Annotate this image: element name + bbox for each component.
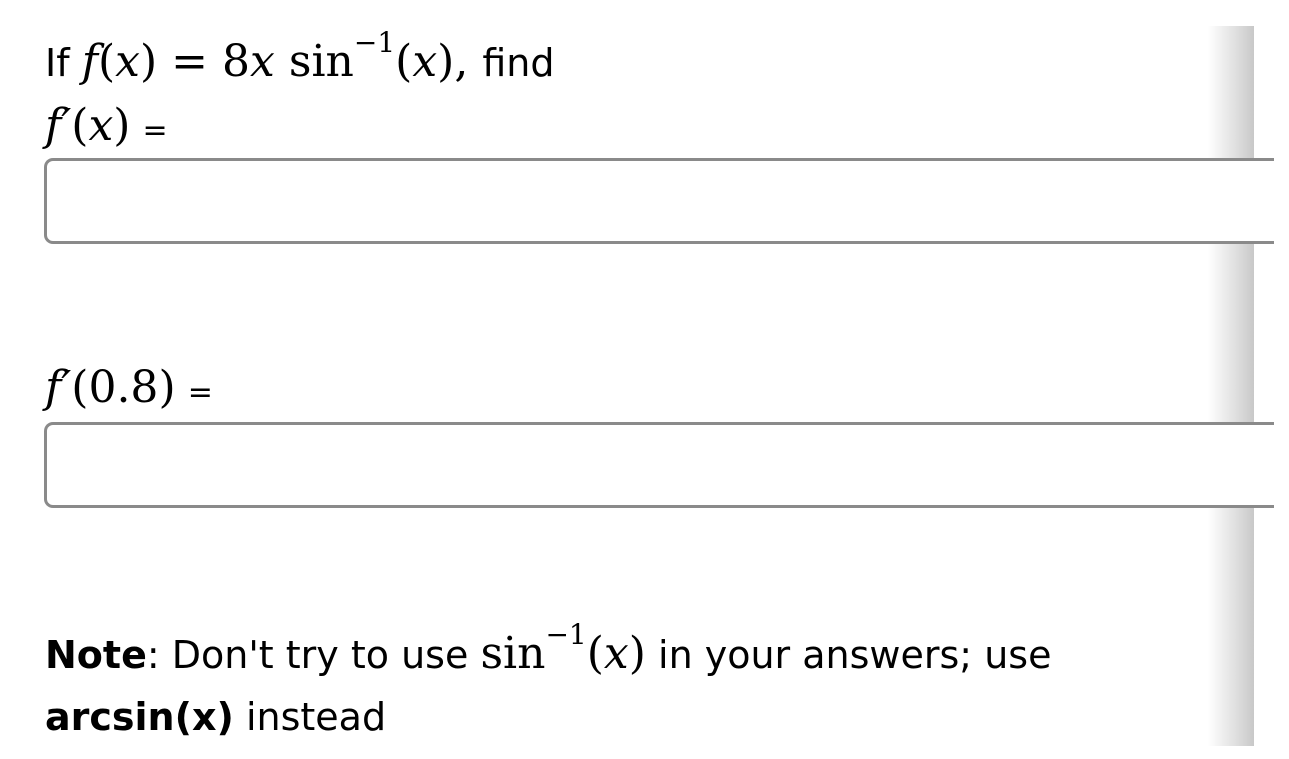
- formula-lparen: (: [97, 36, 116, 87]
- note-text-end: instead: [245, 695, 387, 739]
- part2-arg: 0.8: [88, 362, 159, 413]
- formula-var-2: x: [250, 36, 275, 87]
- part2-formula: f′(0.8): [45, 362, 176, 413]
- formula-rparen: ): [139, 36, 158, 87]
- part2-func: f′: [45, 362, 72, 413]
- note-line-1: Note: Don't try to use sin−1(x) in your …: [45, 621, 1052, 677]
- formula-rparen-2: ): [437, 36, 455, 87]
- formula-var-3: x: [412, 36, 438, 87]
- part1-func: f′: [45, 100, 72, 151]
- note-rparen: ): [628, 628, 646, 679]
- note-lparen: (: [586, 628, 604, 679]
- part2-label: f′(0.8) =: [45, 366, 213, 410]
- note-label: Note: [45, 633, 147, 677]
- answer-input-value[interactable]: [44, 422, 1274, 508]
- formula-coeff: 8: [222, 36, 251, 87]
- note-text-before: Don't try to use: [171, 633, 469, 677]
- part1-lparen: (: [71, 100, 89, 151]
- formula-equals: =: [171, 36, 209, 87]
- note-colon: :: [146, 633, 160, 677]
- part2-rparen: ): [158, 362, 176, 413]
- note-exponent: −1: [545, 618, 587, 652]
- note-line-2: arcsin(x) instead: [45, 698, 386, 736]
- note-formula: sin−1(x): [480, 621, 646, 679]
- part1-var: x: [88, 100, 114, 151]
- formula-sin: sin: [288, 36, 354, 87]
- part1-formula: f′(x): [45, 100, 130, 151]
- formula-var: x: [115, 36, 140, 87]
- formula-exponent: −1: [353, 26, 396, 60]
- part1-label: f′(x) =: [45, 104, 168, 148]
- part2-equals: =: [187, 375, 213, 410]
- part1-rparen: ): [113, 100, 131, 151]
- question-formula: f(x) = 8x sin−1(x),: [81, 29, 483, 87]
- note-sin: sin: [480, 628, 546, 679]
- formula-func-name: f: [81, 36, 98, 87]
- scroll-shadow: [1208, 26, 1254, 746]
- answer-input-derivative[interactable]: [44, 158, 1274, 244]
- question-suffix: find: [482, 41, 555, 85]
- question-prefix: If: [45, 41, 70, 85]
- note-arcsin: arcsin(x): [45, 695, 234, 739]
- part1-equals: =: [142, 113, 168, 148]
- formula-lparen-2: (: [395, 36, 413, 87]
- note-text-after: in your answers; use: [658, 633, 1052, 677]
- note-var: x: [603, 628, 629, 679]
- formula-comma: ,: [454, 36, 469, 87]
- part2-lparen: (: [71, 362, 89, 413]
- question-text: If f(x) = 8x sin−1(x), find: [45, 29, 555, 85]
